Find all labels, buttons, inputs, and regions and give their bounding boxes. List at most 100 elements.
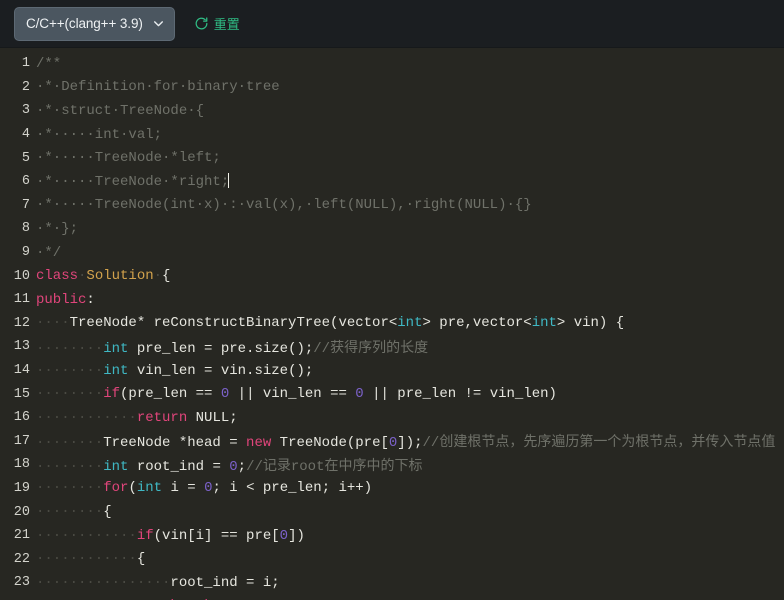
code-line[interactable]: 12 ····TreeNode* reConstructBinaryTree(ve… bbox=[0, 312, 784, 336]
code-token-ws: ···· bbox=[36, 315, 70, 332]
code-token-cmt: ·*·}; bbox=[36, 220, 79, 237]
code-line[interactable]: 6 ·*·····TreeNode·*right; bbox=[0, 170, 784, 194]
line-number: 6 bbox=[21, 174, 30, 190]
code-token-plain: { bbox=[103, 504, 112, 521]
code-line[interactable]: 3 ·*·struct·TreeNode·{ bbox=[0, 99, 784, 123]
line-number: 1 bbox=[21, 56, 30, 72]
code-line[interactable]: 1 /** bbox=[0, 52, 784, 76]
code-line[interactable]: 19 ········for(int i = 0; i < pre_len; i+… bbox=[0, 477, 784, 501]
code-line-content: class·Solution·{ bbox=[36, 268, 784, 284]
code-token-cmt: //创建根节点，先序遍历第一个为根节点，并传入节点值 bbox=[422, 435, 776, 452]
code-token-cmt: ·*·····TreeNode·*left; bbox=[36, 150, 221, 167]
line-number: 12 bbox=[13, 315, 30, 331]
code-line[interactable]: 9 ·*/ bbox=[0, 241, 784, 265]
code-line[interactable]: 23 ················root_ind = i; bbox=[0, 571, 784, 595]
line-number: 20 bbox=[13, 504, 30, 520]
code-line-content: ········for(int i = 0; i < pre_len; i++) bbox=[36, 480, 784, 496]
code-token-type: int bbox=[103, 340, 129, 357]
line-number: 16 bbox=[13, 410, 30, 426]
code-line-content: ·*·····TreeNode·*left; bbox=[36, 150, 784, 166]
line-number: 19 bbox=[13, 480, 30, 496]
line-number: 8 bbox=[21, 221, 30, 237]
code-line[interactable]: 21 ············if(vin[i] == pre[0]) bbox=[0, 524, 784, 548]
code-line[interactable]: 7 ·*·····TreeNode(int·x)·:·val(x),·left(N… bbox=[0, 194, 784, 218]
code-token-plain: TreeNode* reConstructBinaryTree(vector< bbox=[69, 315, 398, 332]
code-line[interactable]: 18 ········int root_ind = 0;//记录root在中序中的… bbox=[0, 453, 784, 477]
code-line-content: ········{ bbox=[36, 504, 784, 520]
code-line-content: ·*·····TreeNode·*right; bbox=[36, 173, 784, 190]
code-line-content: ·*·}; bbox=[36, 221, 784, 237]
language-select[interactable]: C/C++(clang++ 3.9) bbox=[14, 6, 175, 41]
code-line[interactable]: 22 ············{ bbox=[0, 547, 784, 571]
code-line-content: ············{ bbox=[36, 551, 784, 567]
code-token-kw: new bbox=[246, 435, 272, 452]
code-token-ws: ············ bbox=[36, 527, 137, 544]
code-token-plain: TreeNode *head = bbox=[103, 435, 247, 452]
code-line-content: ················root_ind = i; bbox=[36, 575, 784, 591]
text-cursor bbox=[228, 173, 230, 189]
code-token-plain: ]); bbox=[397, 435, 423, 452]
code-token-plain: { bbox=[136, 551, 146, 568]
line-number: 21 bbox=[13, 528, 30, 544]
code-token-plain: { bbox=[615, 315, 625, 332]
code-token-plain: NULL; bbox=[187, 409, 238, 426]
code-line[interactable]: 8 ·*·}; bbox=[0, 217, 784, 241]
code-token-plain: : bbox=[86, 291, 95, 308]
code-token-cmt: ·*·····int·val; bbox=[36, 126, 163, 143]
code-line-content: /** bbox=[36, 56, 784, 72]
code-editor[interactable]: 1 /** 2 ·*·Definition·for·binary·tree 3 ·*·st… bbox=[0, 48, 784, 600]
code-token-kw: return bbox=[136, 409, 188, 426]
code-token-cmt: //记录root在中序中的下标 bbox=[246, 458, 423, 475]
code-line-content: ············if(vin[i] == pre[0]) bbox=[36, 528, 784, 544]
code-line[interactable]: 5 ·*·····TreeNode·*left; bbox=[0, 146, 784, 170]
code-token-ws: ········ bbox=[36, 386, 104, 403]
code-line-content: ········if(pre_len == 0 || vin_len == 0 … bbox=[36, 386, 784, 402]
code-token-kw: class bbox=[36, 268, 79, 285]
code-line[interactable]: 16 ············return NULL; bbox=[0, 406, 784, 430]
code-token-kw: public bbox=[36, 291, 87, 308]
code-token-plain: ; i < pre_len; i++) bbox=[212, 480, 373, 497]
code-line-content: ········int pre_len = pre.size();//获得序列的… bbox=[36, 337, 784, 357]
code-line[interactable]: 20 ········{ bbox=[0, 500, 784, 524]
code-token-type: int bbox=[397, 315, 423, 332]
code-line-content: ········int vin_len = vin.size(); bbox=[36, 363, 784, 379]
code-lines-container: 1 /** 2 ·*·Definition·for·binary·tree 3 ·*·st… bbox=[0, 52, 784, 600]
code-token-kw: for bbox=[103, 480, 129, 497]
code-token-cls: Solution bbox=[86, 268, 154, 285]
code-token-ws: ············ bbox=[36, 551, 137, 568]
line-number: 11 bbox=[13, 292, 30, 308]
code-token-kw: if bbox=[103, 386, 121, 403]
line-number: 13 bbox=[13, 339, 30, 355]
code-token-plain: > vin) bbox=[556, 315, 616, 332]
code-token-plain: > pre,vector< bbox=[422, 315, 532, 332]
code-line-content: ····TreeNode* reConstructBinaryTree(vect… bbox=[36, 315, 784, 331]
code-token-ws: ········ bbox=[36, 435, 104, 452]
code-token-plain: || pre_len != vin_len) bbox=[363, 386, 557, 403]
code-line[interactable]: 2 ·*·Definition·for·binary·tree bbox=[0, 76, 784, 100]
code-line[interactable]: 11 public: bbox=[0, 288, 784, 312]
code-line[interactable]: 10 class·Solution·{ bbox=[0, 264, 784, 288]
code-token-cmt: //获得序列的长度 bbox=[313, 340, 429, 357]
code-token-plain: i = bbox=[162, 480, 205, 497]
code-token-cmt: ·*/ bbox=[36, 244, 62, 261]
code-token-plain: ]) bbox=[288, 527, 305, 544]
line-number: 3 bbox=[21, 103, 30, 119]
code-line-content: ·*·Definition·for·binary·tree bbox=[36, 79, 784, 95]
chevron-down-icon bbox=[152, 17, 165, 30]
reset-button[interactable]: 重置 bbox=[191, 12, 243, 35]
code-line[interactable]: 15 ········if(pre_len == 0 || vin_len == … bbox=[0, 382, 784, 406]
code-token-num: 0 bbox=[229, 458, 238, 475]
editor-toolbar: C/C++(clang++ 3.9) 重置 bbox=[0, 0, 784, 48]
code-token-type: int bbox=[103, 458, 129, 475]
code-line[interactable]: 14 ········int vin_len = vin.size(); bbox=[0, 359, 784, 383]
code-token-plain: (pre_len == bbox=[120, 386, 221, 403]
code-token-cmt: ·*·struct·TreeNode·{ bbox=[36, 102, 205, 119]
code-token-cmt: ·*·Definition·for·binary·tree bbox=[36, 79, 280, 96]
code-line[interactable]: 4 ·*·····int·val; bbox=[0, 123, 784, 147]
code-token-plain: pre_len = pre.size(); bbox=[128, 340, 314, 357]
code-line[interactable]: 17 ········TreeNode *head = new TreeNode(… bbox=[0, 430, 784, 454]
code-line[interactable]: 13 ········int pre_len = pre.size();//获得序… bbox=[0, 335, 784, 359]
line-number: 4 bbox=[21, 127, 30, 143]
code-line[interactable]: 24················break; bbox=[0, 595, 784, 600]
line-number: 10 bbox=[13, 268, 30, 284]
